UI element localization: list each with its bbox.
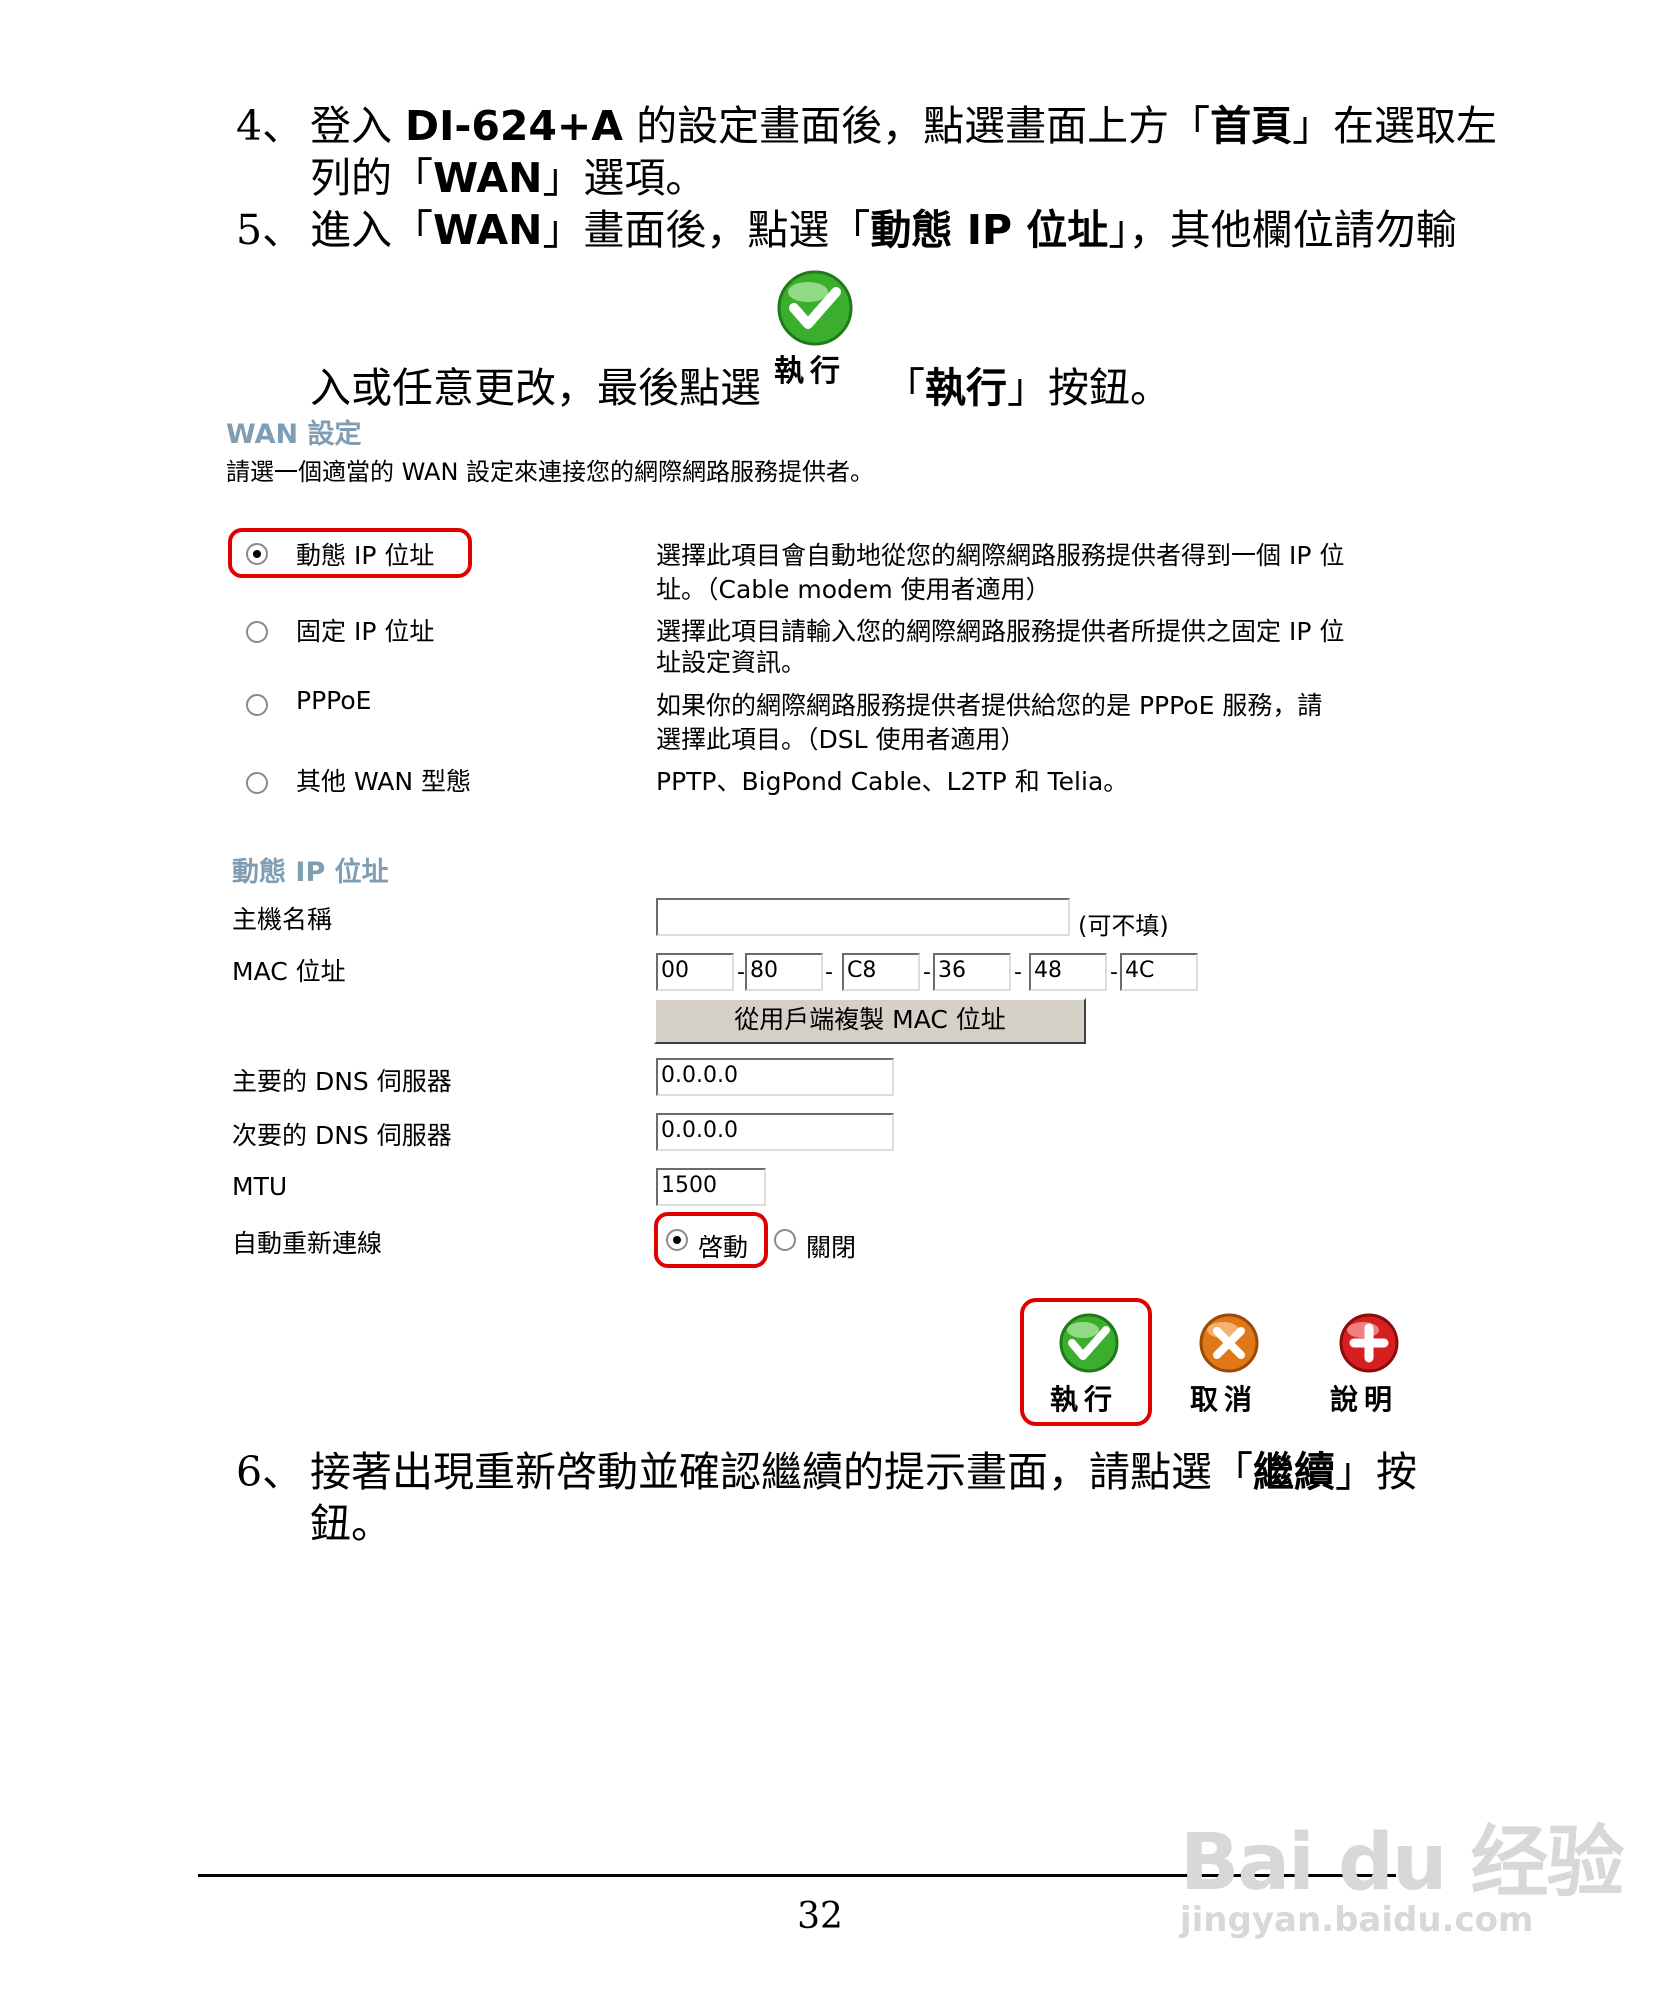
option-desc-2: 址。（Cable modem 使用者適用） <box>656 575 1051 604</box>
mac-octet-2[interactable]: 80 <box>745 953 823 991</box>
watermark-url: jingyan.baidu.com <box>1180 1900 1534 1940</box>
option-desc-1: 如果你的網際網路服務提供者提供給您的是 PPPoE 服務，請 <box>656 691 1323 720</box>
auto-reconnect-label: 自動重新連線 <box>232 1229 383 1258</box>
option-label-static-ip: 固定 IP 位址 <box>296 617 435 646</box>
check-icon <box>1059 1313 1119 1373</box>
step-number: 5、 <box>236 206 304 254</box>
mac-octet-4[interactable]: 36 <box>933 953 1011 991</box>
mac-octet-5[interactable]: 48 <box>1029 953 1107 991</box>
mtu-label: MTU <box>232 1172 288 1201</box>
page-title: WAN 設定 <box>226 419 362 450</box>
inline-apply-icon: 執行 <box>770 268 860 389</box>
radio-reconnect-off[interactable] <box>774 1229 796 1251</box>
radio-other-wan[interactable] <box>246 772 268 794</box>
option-desc-2: 址設定資訊。 <box>656 648 807 677</box>
host-name-note: (可不填) <box>1078 912 1169 940</box>
page-subtitle: 請選一個適當的 WAN 設定來連接您的網際網路服務提供者。 <box>226 458 875 486</box>
step-number: 6、 <box>236 1448 304 1496</box>
reconnect-off-label: 關閉 <box>806 1233 857 1262</box>
cancel-button[interactable]: 取消 <box>1184 1312 1274 1422</box>
mac-label: MAC 位址 <box>232 957 346 986</box>
option-desc-1: 選擇此項目會自動地從您的網際網路服務提供者得到一個 IP 位 <box>656 541 1345 570</box>
plus-icon <box>1339 1313 1399 1373</box>
radio-pppoe[interactable] <box>246 694 268 716</box>
mac-octet-1[interactable]: 00 <box>656 953 734 991</box>
dns-secondary-label: 次要的 DNS 伺服器 <box>232 1121 452 1150</box>
step-text-line1: 接著出現重新啓動並確認繼續的提示畫面，請點選「繼續」按 <box>310 1448 1417 1496</box>
dns-secondary-input[interactable]: 0.0.0.0 <box>656 1113 894 1151</box>
mac-octet-6[interactable]: 4C <box>1120 953 1198 991</box>
radio-dynamic-ip[interactable] <box>246 543 268 565</box>
step-text-line1: 進入「WAN」畫面後，點選「動態 IP 位址」，其他欄位請勿輸 <box>310 206 1457 254</box>
option-label-dynamic-ip: 動態 IP 位址 <box>296 541 435 570</box>
host-name-input[interactable] <box>656 898 1070 936</box>
section-title: 動態 IP 位址 <box>232 857 389 888</box>
reconnect-on-label: 啓動 <box>698 1233 749 1262</box>
dns-primary-label: 主要的 DNS 伺服器 <box>232 1067 452 1096</box>
radio-reconnect-on[interactable] <box>666 1229 688 1251</box>
watermark-brand: Bai du 经验 <box>1180 1818 1624 1908</box>
dns-primary-input[interactable]: 0.0.0.0 <box>656 1058 894 1096</box>
close-icon <box>1199 1313 1259 1373</box>
option-label-pppoe: PPPoE <box>296 686 372 715</box>
apply-button[interactable]: 執行 <box>1044 1312 1134 1422</box>
check-icon <box>777 270 853 346</box>
mac-octet-3[interactable]: C8 <box>842 953 920 991</box>
step-text-line1: 登入 DI-624+A 的設定畫面後，點選畫面上方「首頁」在選取左 <box>310 102 1498 150</box>
option-desc-1: PPTP、BigPond Cable、L2TP 和 Telia。 <box>656 767 1129 796</box>
radio-static-ip[interactable] <box>246 621 268 643</box>
help-button[interactable]: 說明 <box>1324 1312 1414 1422</box>
host-name-label: 主機名稱 <box>232 905 333 934</box>
page-number: 32 <box>797 1896 843 1937</box>
clone-mac-button[interactable]: 從用戶端複製 MAC 位址 <box>654 998 1086 1044</box>
option-desc-2: 選擇此項目。（DSL 使用者適用） <box>656 725 1026 754</box>
option-label-other-wan: 其他 WAN 型態 <box>296 767 472 796</box>
step-number: 4、 <box>236 102 304 150</box>
mtu-input[interactable]: 1500 <box>656 1168 766 1206</box>
